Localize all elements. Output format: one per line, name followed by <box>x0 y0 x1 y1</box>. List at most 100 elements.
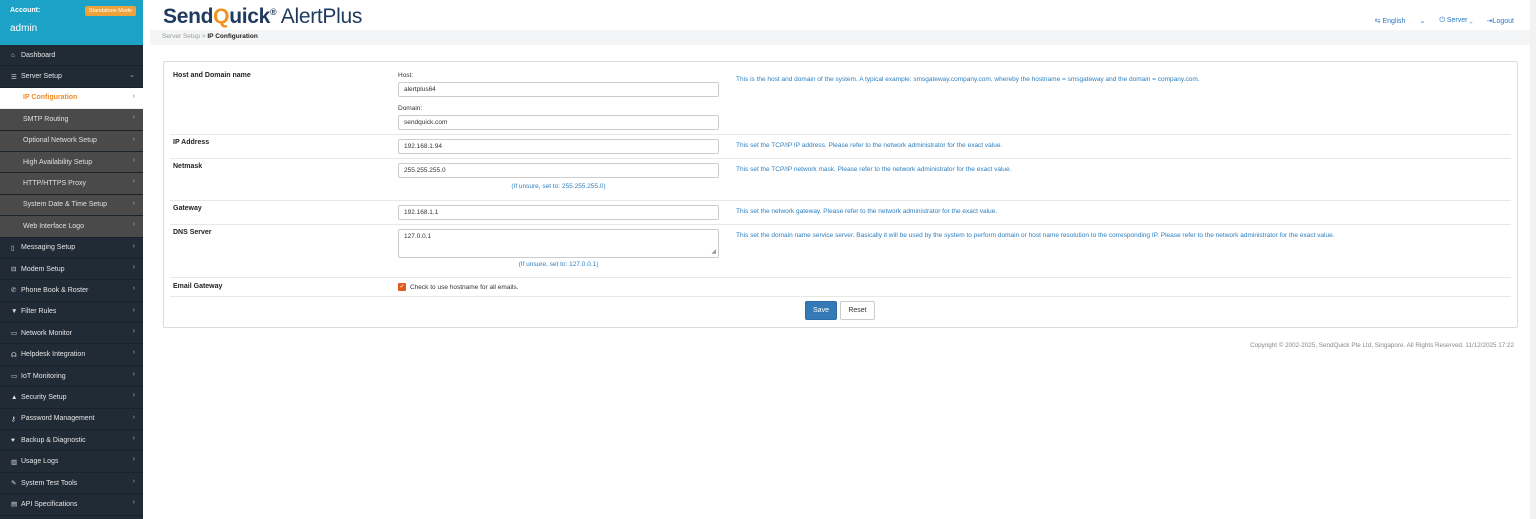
netmask-label: Netmask <box>173 163 203 170</box>
dns-server-textarea[interactable]: 127.0.0.1 ◢ <box>398 229 719 258</box>
resize-handle-icon[interactable]: ◢ <box>711 248 716 255</box>
monitor-icon: ▭ <box>11 373 18 381</box>
sidebar-item-filter-rules[interactable]: ▼ Filter Rules › <box>0 302 143 324</box>
dns-server-label: DNS Server <box>173 229 212 236</box>
account-user[interactable]: admin <box>10 23 133 34</box>
chevron-right-icon: › <box>132 370 135 378</box>
chevron-right-icon: › <box>132 328 135 336</box>
sidebar-item-label: System Date & Time Setup <box>23 201 108 209</box>
chevron-right-icon: › <box>132 114 135 122</box>
logo-send: Send <box>163 5 214 28</box>
ip-config-panel: Host and Domain name Host: alertplus64 D… <box>163 61 1518 328</box>
language-dropdown[interactable]: ⇆ English <box>1375 17 1406 25</box>
chevron-down-icon: ⌄ <box>1469 17 1473 24</box>
sidebar-item-label: IoT Monitoring <box>21 372 66 380</box>
sidebar-subitem-proxy[interactable]: HTTP/HTTPS Proxy › <box>0 173 143 195</box>
netmask-description: This set the TCP/IP network mask. Please… <box>736 166 1012 173</box>
sidebar-subitem-high-availability[interactable]: High Availability Setup › <box>0 151 143 174</box>
sidebar-item-label: Backup & Diagnostic <box>21 436 86 444</box>
row-netmask: Netmask 255.255.255.0 (If unsure, set to… <box>170 159 1511 201</box>
chevron-right-icon: › <box>132 178 135 186</box>
chevron-right-icon: › <box>132 263 135 271</box>
sidebar-subitem-ip-configuration[interactable]: IP Configuration › <box>0 87 143 110</box>
sidebar-item-label: Modem Setup <box>21 265 65 273</box>
chevron-right-icon: › <box>132 499 135 507</box>
gateway-input[interactable]: 192.168.1.1 <box>398 205 719 220</box>
copyright-footer: Copyright © 2002-2025, SendQuick Pte Ltd… <box>1250 342 1514 349</box>
sidebar-item-usage-logs[interactable]: ▥ Usage Logs › <box>0 451 143 473</box>
sidebar-subitem-smtp-routing[interactable]: SMTP Routing › <box>0 109 143 131</box>
list-icon: ☰ <box>11 73 17 81</box>
sidebar-subitem-optional-network[interactable]: Optional Network Setup › <box>0 130 143 152</box>
sidebar-item-password-management[interactable]: ⚷ Password Management › <box>0 409 143 431</box>
save-button[interactable]: Save <box>805 301 837 320</box>
domain-input[interactable]: sendquick.com <box>398 115 719 130</box>
sidebar-item-label: Helpdesk Integration <box>21 351 86 359</box>
page-scrollbar[interactable] <box>1530 0 1536 519</box>
sidebar: Account: Standalone Mode admin ⌂ Dashboa… <box>0 0 143 519</box>
sidebar-item-iot-monitoring[interactable]: ▭ IoT Monitoring › <box>0 366 143 388</box>
breadcrumb-parent[interactable]: Server Setup <box>162 33 200 40</box>
row-dns-server: DNS Server 127.0.0.1 ◢ (If unsure, set t… <box>170 225 1511 278</box>
sidebar-item-label: Server Setup <box>21 73 62 81</box>
sidebar-item-network-monitor[interactable]: ▭ Network Monitor › <box>0 323 143 345</box>
sidebar-item-messaging-setup[interactable]: ▯ Messaging Setup › <box>0 238 143 259</box>
heartbeat-icon: ♥ <box>11 436 15 444</box>
logout-label: Logout <box>1492 18 1514 25</box>
chevron-down-icon: ⌄ <box>129 72 135 80</box>
sidebar-item-label: Web Interface Logo <box>23 222 84 230</box>
chevron-right-icon: › <box>132 156 135 164</box>
sidebar-item-dashboard[interactable]: ⌂ Dashboard <box>0 45 143 67</box>
sidebar-item-label: API Specifications <box>21 500 78 508</box>
breadcrumb-current: IP Configuration <box>207 33 258 40</box>
modem-icon: ⊟ <box>11 266 17 274</box>
book-icon: ▤ <box>11 501 18 509</box>
sidebar-item-label: HTTP/HTTPS Proxy <box>23 180 87 188</box>
ip-address-label: IP Address <box>173 139 210 146</box>
server-label: Server <box>1446 17 1468 24</box>
filter-icon: ▼ <box>11 308 18 316</box>
sidebar-subitem-web-logo[interactable]: Web Interface Logo › <box>0 216 143 238</box>
host-domain-label: Host and Domain name <box>173 72 251 79</box>
logout-link[interactable]: ⇥Logout <box>1487 17 1514 25</box>
sidebar-item-helpdesk[interactable]: ☊ Helpdesk Integration › <box>0 344 143 366</box>
host-input[interactable]: alertplus64 <box>398 82 719 97</box>
sidebar-item-label: SMTP Routing <box>23 115 69 123</box>
language-chevron-icon[interactable]: ⌄ <box>1419 17 1425 25</box>
email-gateway-checkbox-label: Check to use hostname for all emails. <box>410 283 519 291</box>
home-icon: ⌂ <box>11 51 15 59</box>
chevron-right-icon: › <box>132 221 135 229</box>
reset-button[interactable]: Reset <box>840 301 875 320</box>
row-email-gateway: Email Gateway ✓ Check to use hostname fo… <box>170 278 1511 297</box>
sidebar-item-system-test-tools[interactable]: ✎ System Test Tools › <box>0 473 143 495</box>
chevron-right-icon: › <box>132 456 135 464</box>
chevron-right-icon: › <box>132 477 135 485</box>
app-logo[interactable]: SendQuick® AlertPlus <box>163 5 362 29</box>
sidebar-item-api-specifications[interactable]: ▤ API Specifications › <box>0 494 143 516</box>
sidebar-item-modem-setup[interactable]: ⊟ Modem Setup › <box>0 259 143 281</box>
sidebar-item-phone-book[interactable]: ✆ Phone Book & Roster › <box>0 280 143 302</box>
bar-chart-icon: ▥ <box>11 458 18 466</box>
email-gateway-checkbox-wrap[interactable]: ✓ Check to use hostname for all emails. <box>398 283 518 291</box>
email-gateway-checkbox[interactable]: ✓ <box>398 283 406 291</box>
chevron-right-icon: › <box>132 349 135 357</box>
logo-q: Q <box>213 5 230 28</box>
sidebar-item-label: Optional Network Setup <box>23 137 97 145</box>
sidebar-item-label: Phone Book & Roster <box>21 286 89 294</box>
sidebar-item-label: Usage Logs <box>21 458 59 466</box>
sidebar-item-backup-diagnostic[interactable]: ♥ Backup & Diagnostic › <box>0 430 143 452</box>
sidebar-subitem-date-time[interactable]: System Date & Time Setup › <box>0 194 143 217</box>
key-icon: ⚷ <box>11 415 16 423</box>
domain-label: Domain: <box>398 105 423 112</box>
netmask-input[interactable]: 255.255.255.0 <box>398 163 719 178</box>
sidebar-item-security-setup[interactable]: ▲ Security Setup › <box>0 387 143 409</box>
mobile-icon: ▯ <box>11 244 15 252</box>
logo-alertplus: AlertPlus <box>276 5 363 28</box>
ip-address-input[interactable]: 192.168.1.94 <box>398 139 719 154</box>
chevron-right-icon: › <box>132 92 135 100</box>
server-menu[interactable]: ⏻ Server ⌄ <box>1439 17 1472 25</box>
sidebar-item-server-setup[interactable]: ☰ Server Setup ⌄ <box>0 66 143 88</box>
sidebar-item-label: Network Monitor <box>21 329 72 337</box>
dns-server-hint: (If unsure, set to: 127.0.0.1) <box>518 261 599 268</box>
sidebar-item-label: High Availability Setup <box>23 158 93 166</box>
